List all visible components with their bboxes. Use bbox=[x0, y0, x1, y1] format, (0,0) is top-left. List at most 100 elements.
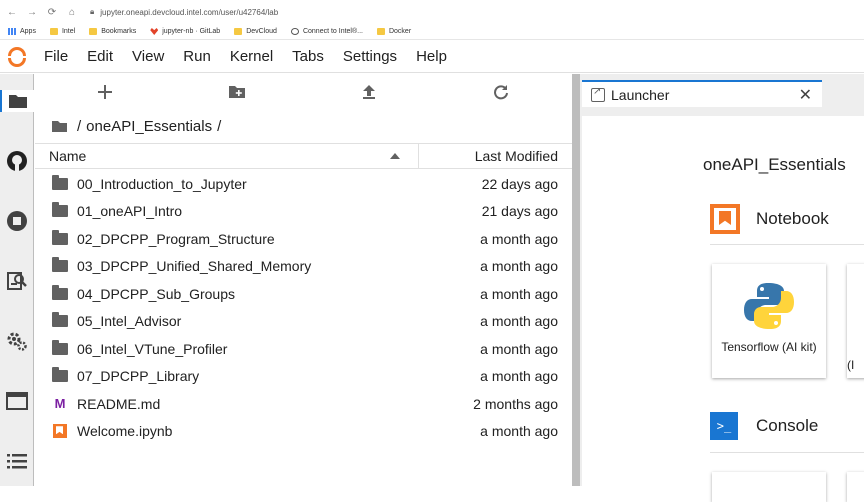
github-icon bbox=[7, 151, 27, 171]
folder-icon bbox=[51, 284, 69, 302]
reload-icon[interactable]: ⟳ bbox=[44, 4, 60, 20]
list-item[interactable]: 00_Introduction_to_Jupyter 22 days ago bbox=[35, 170, 572, 198]
list-item[interactable]: 03_DPCPP_Unified_Shared_Memory a month ag… bbox=[35, 253, 572, 281]
menu-kernel[interactable]: Kernel bbox=[230, 48, 273, 65]
list-item[interactable]: 06_Intel_VTune_Profiler a month ago bbox=[35, 335, 572, 363]
markdown-icon: M bbox=[54, 395, 66, 411]
bookmark-intel[interactable]: Intel bbox=[49, 28, 75, 35]
folder-icon bbox=[234, 28, 243, 35]
list-item[interactable]: 02_DPCPP_Program_Structure a month ago bbox=[35, 225, 572, 253]
folder-icon[interactable] bbox=[51, 120, 68, 133]
menu-view[interactable]: View bbox=[132, 48, 164, 65]
menu-tabs[interactable]: Tabs bbox=[292, 48, 324, 65]
console-section-header: >_ Console bbox=[710, 412, 818, 440]
breadcrumb-root[interactable]: / bbox=[77, 118, 81, 135]
list-item[interactable]: M README.md 2 months ago bbox=[35, 390, 572, 418]
section-divider bbox=[710, 244, 864, 245]
file-browser-toolbar bbox=[35, 74, 572, 110]
launcher-cwd-title: oneAPI_Essentials bbox=[703, 155, 846, 174]
jupyter-menubar: File Edit View Run Kernel Tabs Settings … bbox=[0, 41, 864, 73]
forward-icon[interactable]: → bbox=[24, 4, 40, 20]
new-folder-icon bbox=[229, 86, 245, 98]
open-tabs-tab[interactable] bbox=[6, 390, 28, 412]
stop-circle-icon bbox=[7, 211, 27, 231]
kernel-card-tensorflow[interactable]: Tensorflow (AI kit) bbox=[712, 264, 826, 378]
kernel-card-label: Tensorflow (AI kit) bbox=[721, 340, 817, 354]
main-dock-area: Launcher ✕ oneAPI_Essentials Notebook Te… bbox=[580, 74, 864, 502]
left-sidebar bbox=[0, 74, 34, 486]
console-kernel-card-partial[interactable] bbox=[847, 472, 864, 502]
back-icon[interactable]: ← bbox=[4, 4, 20, 20]
file-list-header: Name Last Modified bbox=[35, 143, 572, 169]
launcher-body: oneAPI_Essentials Notebook Tensorflow (A… bbox=[582, 116, 864, 502]
close-icon[interactable]: ✕ bbox=[799, 85, 812, 105]
panel-splitter[interactable] bbox=[572, 74, 580, 486]
console-kernel-card[interactable] bbox=[712, 472, 826, 502]
menu-settings[interactable]: Settings bbox=[343, 48, 397, 65]
table-of-contents-tab[interactable] bbox=[6, 450, 28, 472]
list-item[interactable]: Welcome.ipynb a month ago bbox=[35, 418, 572, 446]
notebook-section-header: Notebook bbox=[710, 204, 829, 234]
inspector-icon bbox=[7, 272, 27, 290]
console-icon: >_ bbox=[710, 412, 738, 440]
bookmark-docker[interactable]: Docker bbox=[376, 28, 411, 35]
launcher-icon bbox=[591, 86, 605, 102]
folder-icon bbox=[51, 367, 69, 384]
column-header-name[interactable]: Name bbox=[35, 144, 419, 168]
bookmark-gitlab[interactable]: jupyter-nb · GitLab bbox=[150, 28, 220, 35]
notebook-icon bbox=[51, 423, 69, 439]
refresh-icon bbox=[494, 85, 508, 100]
refresh-button[interactable] bbox=[491, 82, 511, 102]
python-logo-icon bbox=[744, 283, 794, 329]
tab-launcher[interactable]: Launcher ✕ bbox=[582, 80, 822, 107]
folder-icon bbox=[51, 202, 69, 219]
list-item[interactable]: 04_DPCPP_Sub_Groups a month ago bbox=[35, 280, 572, 308]
section-divider bbox=[710, 452, 864, 453]
notebook-icon bbox=[710, 204, 740, 234]
bookmark-connect-intel[interactable]: Connect to Intel®... bbox=[290, 28, 363, 35]
url-field[interactable]: 🔒︎ jupyter.oneapi.devcloud.intel.com/use… bbox=[90, 3, 864, 21]
list-item[interactable]: 07_DPCPP_Library a month ago bbox=[35, 363, 572, 391]
folder-icon bbox=[51, 229, 69, 247]
menu-help[interactable]: Help bbox=[416, 48, 447, 65]
gitlab-icon bbox=[150, 28, 159, 35]
menu-run[interactable]: Run bbox=[183, 48, 211, 65]
breadcrumb-trailing-sep: / bbox=[217, 117, 222, 135]
folder-icon bbox=[51, 312, 69, 329]
menu-file[interactable]: File bbox=[44, 48, 68, 65]
column-header-last-modified[interactable]: Last Modified bbox=[419, 144, 572, 168]
bookmark-apps[interactable]: Apps bbox=[8, 28, 36, 35]
folder-icon bbox=[9, 95, 27, 108]
file-browser-panel: / oneAPI_Essentials / Name Last Modified… bbox=[35, 74, 572, 486]
bookmarks-bar: Apps Intel Bookmarks jupyter-nb · GitLab… bbox=[0, 24, 864, 40]
file-browser-tab[interactable] bbox=[0, 90, 34, 112]
bookmark-devcloud[interactable]: DevCloud bbox=[234, 28, 277, 35]
file-list: 00_Introduction_to_Jupyter 22 days ago 01… bbox=[35, 170, 572, 445]
folder-icon bbox=[51, 339, 69, 357]
breadcrumb-folder[interactable]: oneAPI_Essentials bbox=[86, 118, 212, 135]
running-sessions-tab[interactable] bbox=[6, 210, 28, 232]
folder-icon bbox=[51, 257, 69, 274]
home-icon[interactable]: ⌂ bbox=[64, 4, 80, 20]
sort-ascending-icon bbox=[390, 153, 400, 159]
jupyter-logo-icon bbox=[6, 45, 28, 69]
git-tab[interactable] bbox=[6, 150, 28, 172]
new-launcher-button[interactable] bbox=[95, 82, 115, 102]
bookmark-bookmarks[interactable]: Bookmarks bbox=[89, 28, 136, 35]
new-folder-button[interactable] bbox=[227, 82, 247, 102]
menu-edit[interactable]: Edit bbox=[87, 48, 113, 65]
gears-icon bbox=[7, 332, 27, 351]
folder-icon bbox=[51, 174, 69, 192]
url-text: jupyter.oneapi.devcloud.intel.com/user/u… bbox=[100, 7, 279, 17]
property-inspector-tab[interactable] bbox=[6, 270, 28, 292]
folder-icon bbox=[89, 28, 98, 35]
extension-settings-tab[interactable] bbox=[6, 330, 28, 352]
browser-address-bar: ← → ⟳ ⌂ 🔒︎ jupyter.oneapi.devcloud.intel… bbox=[0, 0, 864, 24]
kernel-card-partial[interactable]: (I bbox=[847, 264, 864, 378]
apps-icon bbox=[8, 28, 16, 35]
list-item[interactable]: 01_oneAPI_Intro 21 days ago bbox=[35, 198, 572, 226]
globe-icon bbox=[290, 28, 299, 35]
upload-button[interactable] bbox=[359, 82, 379, 102]
list-item[interactable]: 05_Intel_Advisor a month ago bbox=[35, 308, 572, 336]
plus-icon bbox=[98, 85, 112, 99]
